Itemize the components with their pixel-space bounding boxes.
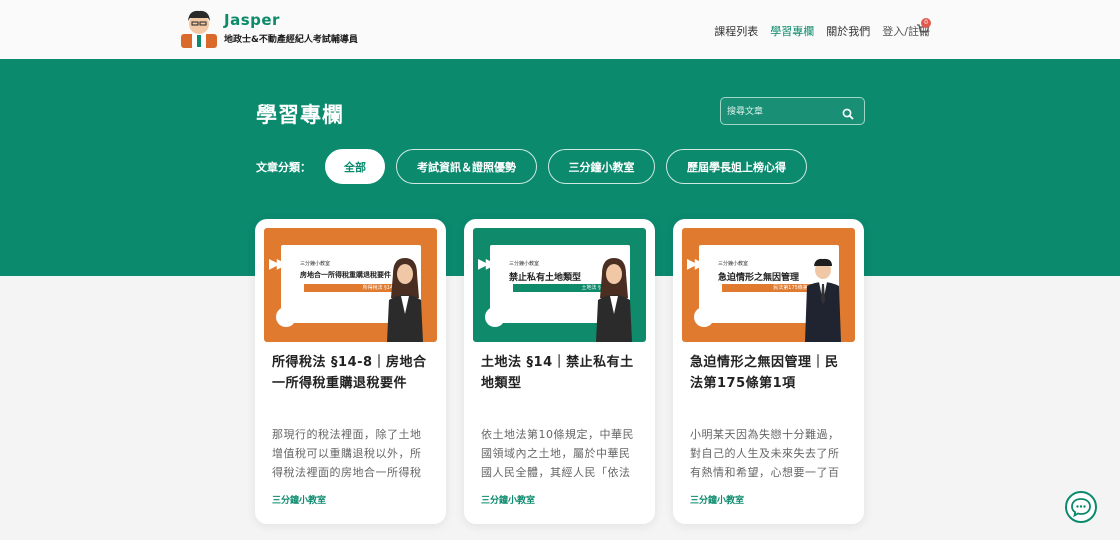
- article-excerpt: 那現行的稅法裡面，除了土地增值稅可以重購退稅以外，所得稅法裡面的房地合一所得稅也…: [272, 428, 422, 479]
- search-icon[interactable]: [842, 105, 854, 120]
- brand-name: Jasper: [224, 11, 280, 29]
- brand-subtitle: 地政士&不動產經紀人考試輔導員: [224, 35, 358, 45]
- article-title[interactable]: 土地法 §14｜禁止私有土地類型: [481, 352, 641, 394]
- arrows-icon: ▶▶▶: [478, 256, 504, 272]
- article-title[interactable]: 所得稅法 §14-8｜房地合一所得稅重購退稅要件: [272, 352, 432, 394]
- filter-exam-info[interactable]: 考試資訊＆證照優勢: [396, 149, 537, 184]
- article-excerpt: 小明某天因為失戀十分難過，對自己的人生及未來失去了所有熱情和希望，心想要一了百了…: [690, 428, 840, 479]
- article-category[interactable]: 三分鐘小教室: [481, 493, 535, 506]
- logo-badge-icon: [276, 307, 296, 327]
- article-thumbnail[interactable]: ▶▶▶ 三分鐘小教室 急迫情形之無因管理 民法第175條第1項: [682, 228, 855, 342]
- article-card[interactable]: ▶▶▶ 三分鐘小教室 禁止私有土地類型 土地法 §14 土地法 §14｜禁止私有…: [464, 219, 655, 524]
- article-excerpt: 依土地法第10條規定，中華民國領域內之土地，屬於中華民國人民全體，其經人民「依法…: [481, 428, 634, 479]
- article-card[interactable]: ▶▶▶ 三分鐘小教室 房地合一所得稅重購退稅要件 所得稅法 §14-8 所得稅法…: [255, 219, 446, 524]
- article-thumbnail[interactable]: ▶▶▶ 三分鐘小教室 禁止私有土地類型 土地法 §14: [473, 228, 646, 342]
- site-header: Jasper 地政士&不動產經紀人考試輔導員 課程列表 學習專欄 關於我們 登入…: [0, 0, 1120, 59]
- presenter-image: [803, 258, 843, 342]
- nav-learning-column[interactable]: 學習專欄: [770, 23, 814, 39]
- article-thumbnail[interactable]: ▶▶▶ 三分鐘小教室 房地合一所得稅重購退稅要件 所得稅法 §14-8: [264, 228, 437, 342]
- article-category[interactable]: 三分鐘小教室: [690, 493, 744, 506]
- search-box: [720, 97, 865, 125]
- logo-avatar-icon: [181, 8, 217, 48]
- cart-count-badge: 0: [921, 18, 931, 28]
- logo-badge-icon: [485, 307, 505, 327]
- chat-bubble-icon: [1071, 498, 1091, 518]
- nav-about-us[interactable]: 關於我們: [826, 23, 870, 39]
- nav-courses[interactable]: 課程列表: [714, 23, 758, 39]
- article-card[interactable]: ▶▶▶ 三分鐘小教室 急迫情形之無因管理 民法第175條第1項 急迫情形之無因管…: [673, 219, 864, 524]
- site-logo[interactable]: Jasper 地政士&不動產經紀人考試輔導員: [181, 8, 358, 48]
- presenter-image: [594, 258, 634, 342]
- filter-alumni-experience[interactable]: 歷屆學長姐上榜心得: [666, 149, 807, 184]
- logo-badge-icon: [694, 307, 714, 327]
- filter-all[interactable]: 全部: [325, 149, 385, 184]
- arrows-icon: ▶▶▶: [269, 256, 295, 272]
- article-title[interactable]: 急迫情形之無因管理｜民法第175條第1項: [690, 352, 850, 394]
- page-title: 學習專欄: [256, 103, 344, 127]
- chat-button[interactable]: [1065, 491, 1097, 523]
- presenter-image: [385, 258, 425, 342]
- article-category[interactable]: 三分鐘小教室: [272, 493, 326, 506]
- filter-label: 文章分類：: [256, 161, 311, 174]
- main-nav: 課程列表 學習專欄 關於我們 登入/註冊: [714, 23, 930, 39]
- filter-three-minute-class[interactable]: 三分鐘小教室: [548, 149, 655, 184]
- search-input[interactable]: [727, 102, 837, 122]
- arrows-icon: ▶▶▶: [687, 256, 713, 272]
